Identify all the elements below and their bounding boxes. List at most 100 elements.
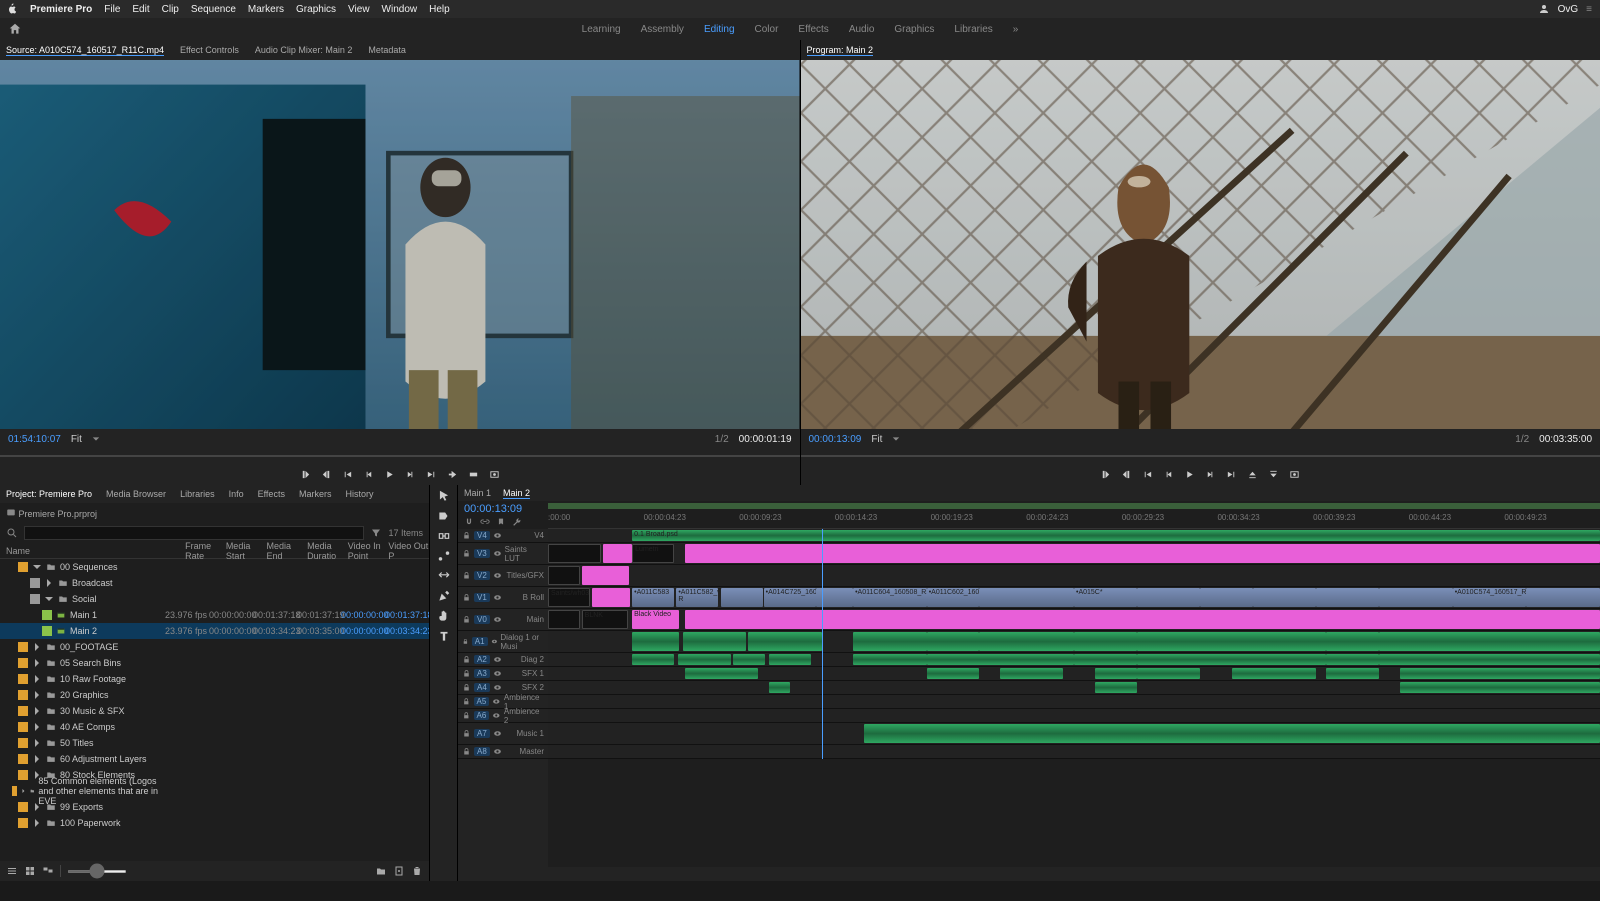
tab-info[interactable]: Info [229,489,244,499]
program-tc-in[interactable]: 00:00:13:09 [809,434,862,445]
menu-sequence[interactable]: Sequence [191,4,236,15]
program-tab[interactable]: Program: Main 2 [807,45,874,56]
timeline-ruler[interactable]: :00:0000:00:04:2300:00:09:2300:00:14:230… [548,501,1600,529]
lock-icon[interactable] [462,697,471,706]
chevron-down-icon[interactable] [32,562,42,572]
project-search-input[interactable] [24,526,364,540]
eye-icon[interactable] [491,637,498,646]
chevron-down-icon[interactable] [44,594,54,604]
project-tree[interactable]: 00 SequencesBroadcastSocialMain 123.976 … [0,559,429,861]
step-back-icon[interactable] [363,469,374,480]
project-row[interactable]: 50 Titles [0,735,429,751]
clip[interactable] [733,654,765,665]
menu-window[interactable]: Window [382,4,418,15]
list-view-icon[interactable] [6,865,18,877]
lock-icon[interactable] [462,669,471,678]
goto-out-icon[interactable] [426,469,437,480]
tab-media-browser[interactable]: Media Browser [106,489,166,499]
lock-icon[interactable] [462,593,471,602]
clip[interactable] [1095,668,1137,679]
export-frame-icon[interactable] [489,469,500,480]
clip[interactable] [1379,632,1600,651]
col-name[interactable]: Name [0,546,185,556]
tab-markers[interactable]: Markers [299,489,332,499]
tab-project[interactable]: Project: Premiere Pro [6,489,92,499]
lock-icon[interactable] [462,549,471,558]
clip[interactable] [1137,654,1326,665]
track-header[interactable]: A8 Master [458,745,548,759]
clip[interactable] [927,668,980,679]
goto-in-icon[interactable] [342,469,353,480]
clip[interactable] [1137,632,1326,651]
razor-tool-icon[interactable] [437,549,451,563]
track-lane[interactable] [548,709,1600,723]
track-target[interactable]: V3 [474,549,490,558]
track-target[interactable]: A6 [474,711,490,720]
project-row[interactable]: 30 Music & SFX [0,703,429,719]
track-lane[interactable] [548,745,1600,759]
menu-edit[interactable]: Edit [132,4,149,15]
user-icon[interactable] [1538,3,1550,15]
work-area-bar[interactable] [548,503,1600,509]
menu-graphics[interactable]: Graphics [296,4,336,15]
lock-icon[interactable] [462,729,471,738]
eye-icon[interactable] [493,593,502,602]
clip[interactable] [1526,588,1600,607]
source-fit[interactable]: Fit [71,434,82,445]
clip[interactable] [1074,654,1137,665]
track-header[interactable]: V1 B Roll [458,587,548,609]
clip[interactable] [632,654,674,665]
zoom-slider[interactable] [67,870,127,873]
track-target[interactable]: A7 [474,729,490,738]
track-lane[interactable] [548,565,1600,587]
track-header[interactable]: A2 Diag 2 [458,653,548,667]
chevron-right-icon[interactable] [32,642,42,652]
clip[interactable] [548,544,601,563]
track-header[interactable]: V3 Saints LUT [458,543,548,565]
project-row[interactable]: 100 Paperwork [0,815,429,831]
source-tab-effect-controls[interactable]: Effect Controls [180,45,239,55]
clip[interactable] [592,588,630,607]
clip[interactable] [1326,632,1379,651]
track-lane[interactable] [548,653,1600,667]
program-zoom[interactable]: 1/2 [1515,434,1529,445]
ws-learning[interactable]: Learning [582,24,621,35]
ws-assembly[interactable]: Assembly [641,24,684,35]
clip[interactable]: Saints/wh03 [548,588,590,607]
eye-icon[interactable] [493,747,502,756]
ws-overflow[interactable]: » [1013,24,1019,35]
pen-tool-icon[interactable] [437,589,451,603]
dropdown-icon[interactable] [892,435,900,443]
timeline-tab-main2[interactable]: Main 2 [503,488,530,499]
project-row[interactable]: Main 123.976 fps00:00:00:0000:01:37:1800… [0,607,429,623]
track-target[interactable]: V2 [474,571,490,580]
freeform-view-icon[interactable] [42,865,54,877]
col-media-dur[interactable]: Media Duratio [307,541,348,561]
project-row[interactable]: Main 223.976 fps00:00:00:0000:03:34:2300… [0,623,429,639]
col-video-in[interactable]: Video In Point [348,541,389,561]
clip[interactable]: •A015C* [1074,588,1137,607]
clip[interactable] [1316,588,1379,607]
icon-view-icon[interactable] [24,865,36,877]
clip[interactable]: •A011C582_w031 R [676,588,718,607]
eye-icon[interactable] [493,549,502,558]
track-target[interactable]: A1 [472,637,488,646]
track-lane[interactable] [548,723,1600,745]
chevron-right-icon[interactable] [32,738,42,748]
menu-help[interactable]: Help [429,4,450,15]
hand-tool-icon[interactable] [437,609,451,623]
clip[interactable] [1326,668,1379,679]
ws-graphics[interactable]: Graphics [894,24,934,35]
track-target[interactable]: A5 [474,697,490,706]
source-scrubber[interactable] [0,449,800,463]
marker-icon[interactable] [496,517,506,527]
chevron-right-icon[interactable] [32,658,42,668]
lock-icon[interactable] [462,655,471,664]
menu-markers[interactable]: Markers [248,4,284,15]
mark-in-icon[interactable] [1100,469,1111,480]
trash-icon[interactable] [411,865,423,877]
track-target[interactable]: A2 [474,655,490,664]
timeline-timecode[interactable]: 00:00:13:09 [464,503,542,515]
eye-icon[interactable] [493,729,502,738]
source-zoom[interactable]: 1/2 [715,434,729,445]
